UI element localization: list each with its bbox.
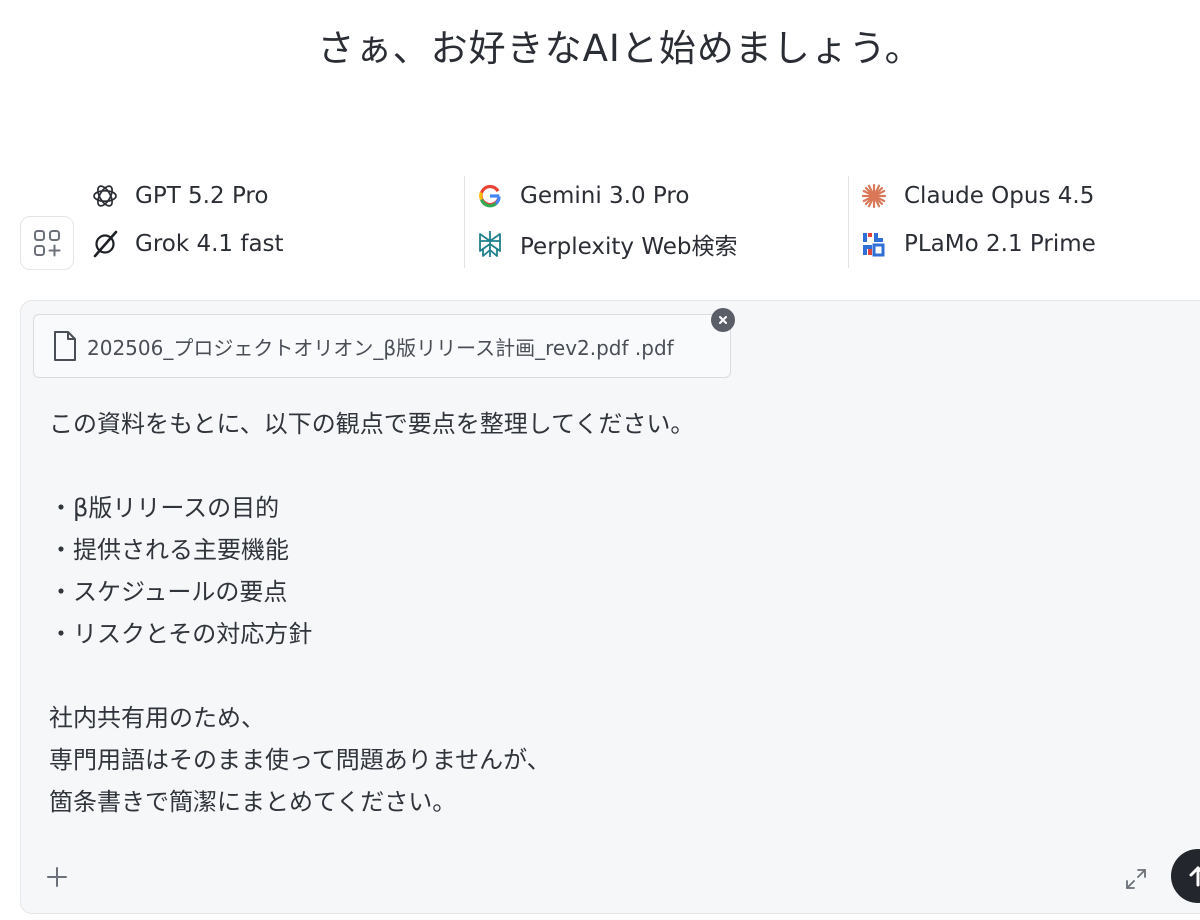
model-label: Perplexity Web検索	[520, 234, 738, 260]
grok-icon	[90, 229, 120, 259]
model-option-gemini[interactable]: Gemini 3.0 Pro	[475, 176, 689, 216]
message-line-blank	[49, 445, 1149, 487]
attachment-filename: 202506_プロジェクトオリオン_β版リリース計画_rev2.pdf .pdf	[87, 335, 674, 360]
model-selector-button[interactable]	[20, 216, 74, 270]
chat-input-box[interactable]: 202506_プロジェクトオリオン_β版リリース計画_rev2.pdf .pdf…	[20, 300, 1200, 914]
expand-input-button[interactable]	[1123, 866, 1149, 892]
model-label: GPT 5.2 Pro	[135, 183, 269, 209]
model-option-claude[interactable]: Claude Opus 4.5	[859, 176, 1094, 216]
model-option-grok[interactable]: Grok 4.1 fast	[90, 224, 284, 264]
message-line: 箇条書きで簡潔にまとめてください。	[49, 788, 457, 816]
close-icon	[719, 316, 727, 324]
message-line: ・リスクとその対応方針	[49, 620, 313, 648]
model-label: Grok 4.1 fast	[135, 231, 284, 257]
arrow-up-icon	[1189, 866, 1200, 887]
message-line: この資料をもとに、以下の観点で要点を整理してください。	[49, 410, 695, 438]
perplexity-icon	[475, 229, 505, 259]
message-input[interactable]: この資料をもとに、以下の観点で要点を整理してください。 ・β版リリースの目的 ・…	[49, 403, 1149, 823]
send-button[interactable]	[1171, 849, 1200, 903]
message-line: 社内共有用のため、	[49, 704, 265, 732]
openai-icon	[90, 181, 120, 211]
model-label: Gemini 3.0 Pro	[520, 183, 690, 209]
google-icon	[475, 181, 505, 211]
page-title: さぁ、お好きなAIと始めましょう。	[317, 27, 923, 70]
expand-icon	[1126, 869, 1146, 889]
message-line-blank	[49, 655, 1149, 697]
model-label: Claude Opus 4.5	[904, 183, 1095, 209]
remove-attachment-button[interactable]	[711, 308, 735, 332]
model-label: PLaMo 2.1 Prime	[904, 231, 1096, 257]
add-attachment-button[interactable]	[43, 863, 71, 891]
model-option-plamo[interactable]: PLaMo 2.1 Prime	[859, 224, 1096, 264]
claude-icon	[859, 181, 889, 211]
plamo-icon	[859, 229, 889, 259]
message-line: ・β版リリースの目的	[49, 494, 280, 522]
message-line: 専門用語はそのまま使って問題ありませんが、	[49, 746, 551, 774]
model-column: Gemini 3.0 Pro Perplexity Web検索	[464, 176, 850, 268]
model-option-gpt[interactable]: GPT 5.2 Pro	[90, 176, 268, 216]
message-line: ・スケジュールの要点	[49, 578, 288, 606]
apps-add-icon	[34, 230, 61, 257]
page: さぁ、お好きなAIと始めましょう。 GPT 5.2 Pro Grok 4.1 f…	[0, 0, 1200, 920]
attached-file-chip[interactable]: 202506_プロジェクトオリオン_β版リリース計画_rev2.pdf .pdf	[33, 314, 731, 378]
message-line: ・提供される主要機能	[49, 536, 289, 564]
plus-icon	[47, 867, 67, 887]
document-icon	[54, 331, 76, 361]
model-list: GPT 5.2 Pro Grok 4.1 fast Gemini 3.0 Pro…	[80, 172, 1200, 268]
model-option-perplexity[interactable]: Perplexity Web検索	[475, 224, 737, 264]
model-column: Claude Opus 4.5 PLaMo 2.1 Prime	[848, 176, 1200, 268]
model-column: GPT 5.2 Pro Grok 4.1 fast	[80, 176, 465, 268]
